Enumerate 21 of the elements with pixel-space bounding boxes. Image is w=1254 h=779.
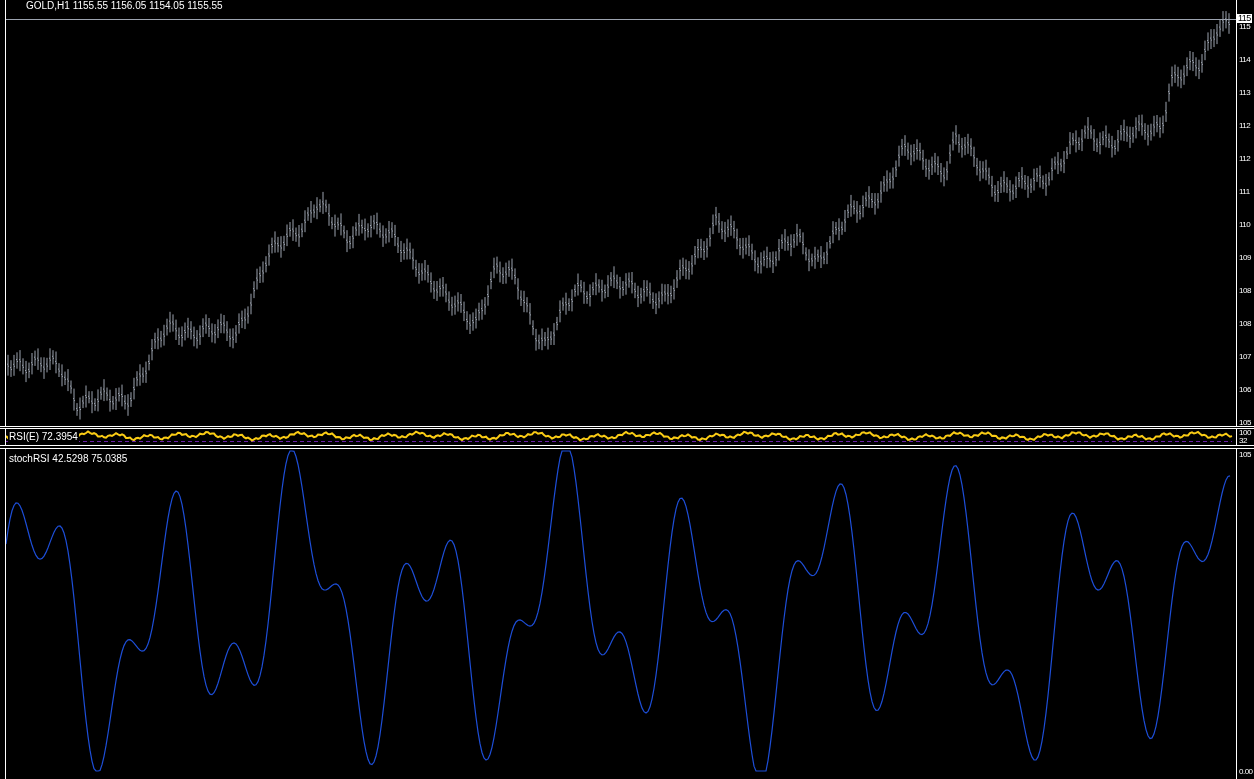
axis-label: 110 xyxy=(1239,221,1251,229)
axis-label: 113 xyxy=(1239,89,1251,97)
axis-label: 112 xyxy=(1239,122,1251,130)
axis-label: 108 xyxy=(1239,320,1251,328)
indicator-label: stochRSI 42.5298 75.0385 xyxy=(9,453,128,464)
axis-label: 105 xyxy=(1239,451,1251,459)
chart-title: GOLD,H1 1155.55 1156.05 1154.05 1155.55 xyxy=(26,0,223,11)
axis-label: 115 xyxy=(1239,23,1251,31)
axis-label: 107 xyxy=(1239,353,1251,361)
axis-label: 112 xyxy=(1239,155,1251,163)
axis-label: 0.00 xyxy=(1239,768,1253,776)
axis-label: 105 xyxy=(1239,419,1251,427)
axis-label: 108 xyxy=(1239,287,1251,295)
axis-label: 106 xyxy=(1239,386,1251,394)
axis-label: 100 xyxy=(1239,429,1251,437)
current-price-label: 115 xyxy=(1237,14,1252,23)
axis-label: 111 xyxy=(1239,188,1250,196)
indicator-label: RSI(E) 72.3954 xyxy=(8,431,79,442)
axis-label: 109 xyxy=(1239,254,1251,262)
axis-label: 114 xyxy=(1239,56,1251,64)
axis-label: 32 xyxy=(1239,437,1247,445)
